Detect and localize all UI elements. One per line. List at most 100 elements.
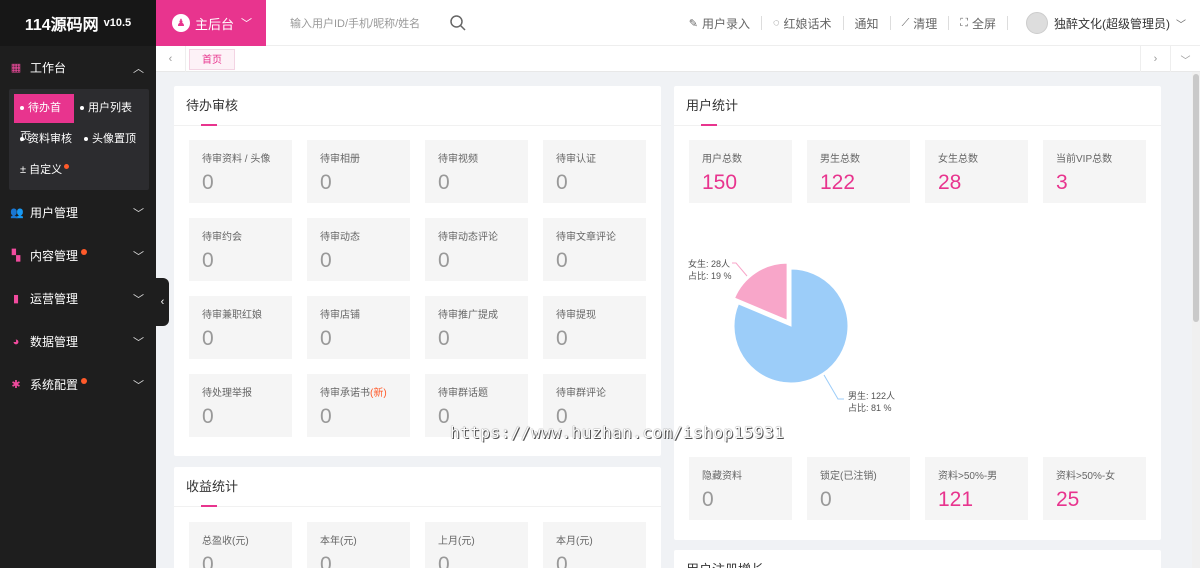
stat-label-text: 待审相册 bbox=[320, 154, 360, 165]
submenu-label: 用户列表 bbox=[88, 102, 132, 114]
stat-tile[interactable]: 女生总数 28 bbox=[925, 140, 1028, 203]
stat-label-text: 隐藏资料 bbox=[702, 471, 742, 482]
stat-tile[interactable]: 待审店铺 0 bbox=[307, 296, 410, 359]
chevron-down-icon: ﹀ bbox=[133, 251, 144, 263]
stat-tile[interactable]: 上月(元) 0 bbox=[425, 522, 528, 568]
stat-tile[interactable]: 待审认证 0 bbox=[543, 140, 646, 203]
stat-tile[interactable]: 待审动态评论 0 bbox=[425, 218, 528, 281]
gender-pie-chart bbox=[732, 262, 849, 400]
tab-scroll-right-button[interactable]: › bbox=[1140, 46, 1170, 72]
stat-value: 0 bbox=[556, 553, 568, 568]
search-icon[interactable] bbox=[449, 14, 467, 32]
sidebar-item-user-management[interactable]: 👥 用户管理 ﹀ bbox=[0, 191, 156, 234]
female-percent-label: 占比: 19 % bbox=[688, 271, 732, 281]
user-entry-link[interactable]: ✎ 用户录入 bbox=[678, 16, 762, 31]
search-input[interactable] bbox=[290, 12, 470, 36]
matchmaker-scripts-link[interactable]: ◌ 红娘话术 bbox=[762, 16, 844, 31]
stat-tile[interactable]: 待审约会 0 bbox=[189, 218, 292, 281]
sidebar-item-data-management[interactable]: ◕ 数据管理 ﹀ bbox=[0, 320, 156, 363]
stat-tile[interactable]: 待审相册 0 bbox=[307, 140, 410, 203]
clear-cache-link[interactable]: ⟋ 清理 bbox=[891, 16, 950, 31]
stat-tile[interactable]: 待处理举报 0 bbox=[189, 374, 292, 437]
submenu-item-custom[interactable]: ± 自定义 bbox=[14, 156, 75, 185]
stat-tile[interactable]: 待审提现 0 bbox=[543, 296, 646, 359]
sidebar: 114源码网 v10.5 ▦ 工作台 ︿ 待办首页 用户列表 资料审核 头像置顶… bbox=[0, 0, 156, 568]
broom-icon: ⟋ bbox=[901, 16, 910, 29]
stat-label-text: 女生总数 bbox=[938, 154, 978, 165]
submenu-item-user-list[interactable]: 用户列表 bbox=[74, 94, 138, 123]
stat-value: 0 bbox=[556, 171, 568, 194]
stat-label: 待审推广提成 bbox=[438, 306, 528, 321]
stat-tile[interactable]: 用户总数 150 bbox=[689, 140, 792, 203]
stat-value: 0 bbox=[702, 488, 714, 511]
stat-tile[interactable]: 男生总数 122 bbox=[807, 140, 910, 203]
tab-scroll-left-button[interactable]: ‹ bbox=[156, 46, 186, 72]
main-backend-button[interactable]: ♟ 主后台 ﹀ bbox=[156, 0, 266, 46]
stat-label: 待审资料 / 头像 bbox=[202, 150, 292, 165]
chevron-down-icon: ﹀ bbox=[133, 337, 144, 349]
stat-tile[interactable]: 待审动态 0 bbox=[307, 218, 410, 281]
stat-value: 0 bbox=[556, 327, 568, 350]
stat-tile[interactable]: 待审推广提成 0 bbox=[425, 296, 528, 359]
sidebar-item-label: 运营管理 bbox=[30, 292, 79, 306]
brand-version: v10.5 bbox=[103, 17, 132, 29]
stat-tile[interactable]: 待审承诺书(新) 0 bbox=[307, 374, 410, 437]
submenu-item-todo-home[interactable]: 待办首页 bbox=[14, 94, 74, 143]
sidebar-item-workbench[interactable]: ▦ 工作台 ︿ bbox=[0, 46, 156, 89]
stat-tile[interactable]: 锁定(已注销) 0 bbox=[807, 457, 910, 520]
stat-label: 待审视频 bbox=[438, 150, 528, 165]
stat-label: 待审文章评论 bbox=[556, 228, 646, 243]
fullscreen-link[interactable]: ⛶ 全屏 bbox=[949, 16, 1008, 31]
user-name: 独醉文化(超级管理员) bbox=[1054, 16, 1170, 31]
stat-tile[interactable]: 本月(元) 0 bbox=[543, 522, 646, 568]
sidebar-item-operations-management[interactable]: ▮ 运营管理 ﹀ bbox=[0, 277, 156, 320]
notifications-link[interactable]: 通知 bbox=[844, 16, 891, 31]
sidebar-collapse-button[interactable]: ‹ bbox=[156, 278, 169, 326]
stat-label-text: 待审约会 bbox=[202, 232, 242, 243]
stat-label-text: 待审视频 bbox=[438, 154, 478, 165]
stat-label-text: 上月(元) bbox=[438, 536, 475, 547]
stat-value: 0 bbox=[820, 488, 832, 511]
stat-value: 0 bbox=[202, 553, 214, 568]
stat-label-text: 本月(元) bbox=[556, 536, 593, 547]
stat-tile[interactable]: 总盈收(元) 0 bbox=[189, 522, 292, 568]
stat-label-text: 待审推广提成 bbox=[438, 310, 498, 321]
tab-home[interactable]: 首页 bbox=[189, 49, 235, 70]
stat-label: 用户总数 bbox=[702, 150, 792, 165]
stat-tile[interactable]: 待审资料 / 头像 0 bbox=[189, 140, 292, 203]
scrollbar-thumb[interactable] bbox=[1193, 74, 1199, 322]
stat-tile[interactable]: 待审文章评论 0 bbox=[543, 218, 646, 281]
user-menu[interactable]: 独醉文化(超级管理员) ﹀ bbox=[1008, 12, 1200, 34]
stat-tile[interactable]: 本年(元) 0 bbox=[307, 522, 410, 568]
submenu-item-avatar-pin[interactable]: 头像置顶 bbox=[78, 125, 142, 154]
submenu-item-profile-review[interactable]: 资料审核 bbox=[14, 125, 78, 154]
notification-dot bbox=[64, 164, 70, 169]
stat-label-text: 待审群话题 bbox=[438, 388, 488, 399]
stat-value: 0 bbox=[556, 249, 568, 272]
leader-line-male bbox=[823, 374, 844, 400]
sidebar-item-system-config[interactable]: ✱ 系统配置 ﹀ bbox=[0, 363, 156, 406]
tab-options-button[interactable]: ﹀ bbox=[1170, 46, 1200, 72]
sidebar-item-content-management[interactable]: ▚ 内容管理 ﹀ bbox=[0, 234, 156, 277]
stat-tile[interactable]: 资料>50%-女 25 bbox=[1043, 457, 1146, 520]
stat-tile[interactable]: 隐藏资料 0 bbox=[689, 457, 792, 520]
sidebar-item-label: 内容管理 bbox=[30, 249, 79, 263]
stat-tile[interactable]: 待审视频 0 bbox=[425, 140, 528, 203]
stat-label-text: 总盈收(元) bbox=[202, 536, 249, 547]
submenu-label: 资料审核 bbox=[28, 133, 72, 145]
page-scrollbar[interactable] bbox=[1192, 72, 1200, 568]
brand[interactable]: 114源码网 v10.5 bbox=[0, 0, 156, 46]
stat-label-text: 男生总数 bbox=[820, 154, 860, 165]
stat-tile[interactable]: 待审兼职红娘 0 bbox=[189, 296, 292, 359]
stat-tile[interactable]: 当前VIP总数 3 bbox=[1043, 140, 1146, 203]
submenu-label: 头像置顶 bbox=[92, 133, 136, 145]
stat-label: 总盈收(元) bbox=[202, 532, 292, 547]
stat-label: 待审店铺 bbox=[320, 306, 410, 321]
stat-tile[interactable]: 资料>50%-男 121 bbox=[925, 457, 1028, 520]
stat-label: 当前VIP总数 bbox=[1056, 150, 1146, 165]
stat-value: 0 bbox=[320, 405, 332, 428]
stat-label-text: 资料>50%-女 bbox=[1056, 471, 1116, 482]
stat-label: 本月(元) bbox=[556, 532, 646, 547]
card-title: 收益统计 bbox=[174, 467, 661, 507]
stat-value: 0 bbox=[438, 249, 450, 272]
